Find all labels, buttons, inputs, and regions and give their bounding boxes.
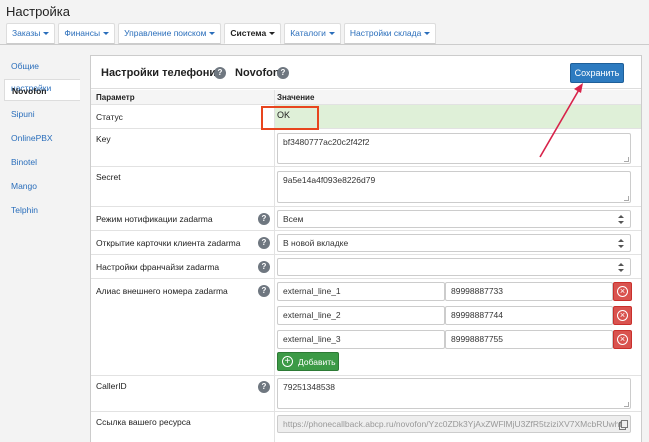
arrow-head-icon — [574, 83, 583, 93]
annotation-arrow — [539, 83, 583, 158]
arrow-line — [539, 87, 581, 158]
